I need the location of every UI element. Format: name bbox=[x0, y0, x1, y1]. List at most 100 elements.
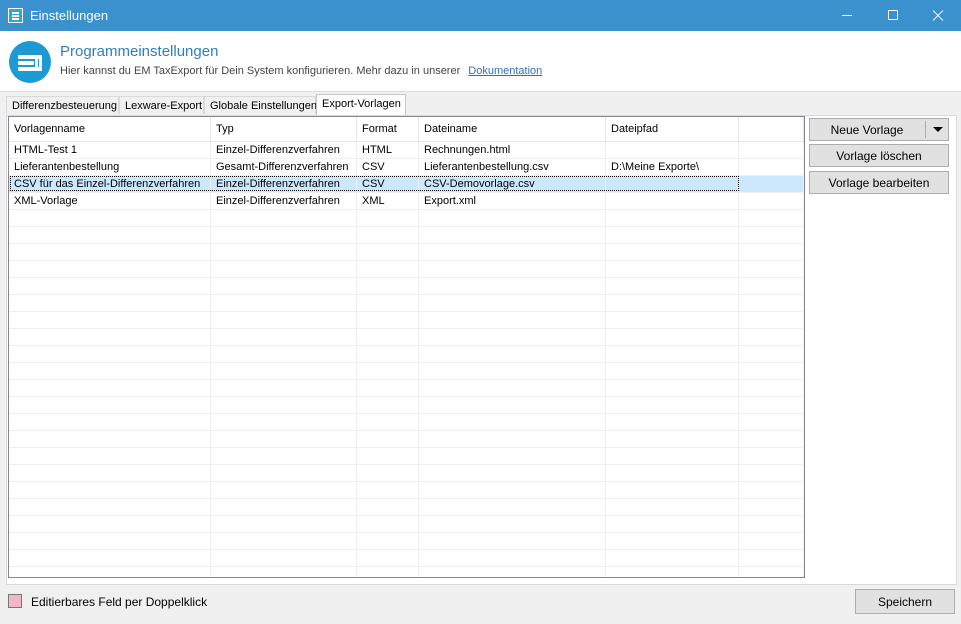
cell-name[interactable]: HTML-Test 1 bbox=[9, 142, 211, 158]
cell-format[interactable]: CSV bbox=[357, 159, 419, 175]
cell-format[interactable]: XML bbox=[357, 193, 419, 209]
cell-type bbox=[211, 567, 357, 577]
cell-filler bbox=[739, 567, 804, 577]
cell-filler bbox=[739, 261, 804, 277]
cell-type[interactable]: Einzel-Differenzverfahren bbox=[211, 142, 357, 158]
cell-type bbox=[211, 533, 357, 549]
cell-type[interactable]: Einzel-Differenzverfahren bbox=[211, 176, 357, 192]
column-header-typ[interactable]: Typ bbox=[211, 117, 357, 141]
cell-filler bbox=[739, 414, 804, 430]
cell-filepath bbox=[606, 499, 739, 515]
cell-filename bbox=[419, 516, 606, 532]
empty-row bbox=[9, 346, 804, 363]
tab-globale-einstellungen[interactable]: Globale Einstellungen bbox=[204, 96, 317, 114]
cell-name[interactable]: Lieferantenbestellung bbox=[9, 159, 211, 175]
cell-filler bbox=[739, 295, 804, 311]
cell-type bbox=[211, 261, 357, 277]
cell-filepath bbox=[606, 244, 739, 260]
empty-row bbox=[9, 295, 804, 312]
cell-filename[interactable]: CSV-Demovorlage.csv bbox=[419, 176, 606, 192]
table-row[interactable]: CSV für das Einzel-Differenzverfahren Ein… bbox=[9, 176, 804, 193]
empty-row bbox=[9, 312, 804, 329]
cell-name bbox=[9, 363, 211, 379]
column-header-dateipfad[interactable]: Dateipfad bbox=[606, 117, 739, 141]
cell-filename bbox=[419, 278, 606, 294]
close-button[interactable] bbox=[915, 0, 961, 31]
page-title: Programmeinstellungen bbox=[60, 43, 219, 60]
subtitle-text: Hier kannst du EM TaxExport für Dein Sys… bbox=[60, 65, 461, 77]
cell-filename bbox=[419, 380, 606, 396]
cell-format bbox=[357, 397, 419, 413]
tab-export-vorlagen[interactable]: Export-Vorlagen bbox=[316, 94, 406, 115]
cell-filepath[interactable] bbox=[606, 193, 739, 209]
cell-format bbox=[357, 380, 419, 396]
cell-format[interactable]: HTML bbox=[357, 142, 419, 158]
maximize-button[interactable] bbox=[870, 0, 916, 31]
new-template-button[interactable]: Neue Vorlage bbox=[809, 118, 949, 141]
cell-filepath bbox=[606, 465, 739, 481]
cell-filename[interactable]: Export.xml bbox=[419, 193, 606, 209]
tab-differenzbesteuerung[interactable]: Differenzbesteuerung bbox=[6, 96, 119, 114]
cell-type bbox=[211, 397, 357, 413]
cell-format bbox=[357, 465, 419, 481]
cell-name[interactable]: CSV für das Einzel-Differenzverfahren bbox=[9, 176, 211, 192]
cell-filename bbox=[419, 448, 606, 464]
cell-filepath[interactable] bbox=[606, 176, 739, 192]
cell-type bbox=[211, 516, 357, 532]
cell-filepath bbox=[606, 227, 739, 243]
cell-filler bbox=[739, 278, 804, 294]
cell-format bbox=[357, 499, 419, 515]
cell-filename bbox=[419, 244, 606, 260]
cell-type bbox=[211, 295, 357, 311]
cell-filler bbox=[739, 550, 804, 566]
cell-format bbox=[357, 346, 419, 362]
cell-name bbox=[9, 244, 211, 260]
empty-row bbox=[9, 227, 804, 244]
cell-type bbox=[211, 380, 357, 396]
cell-name bbox=[9, 380, 211, 396]
cell-filepath bbox=[606, 295, 739, 311]
cell-type[interactable]: Gesamt-Differenzverfahren bbox=[211, 159, 357, 175]
table-row[interactable]: XML-Vorlage Einzel-Differenzverfahren XML E… bbox=[9, 193, 804, 210]
cell-filepath bbox=[606, 533, 739, 549]
cell-format bbox=[357, 210, 419, 226]
cell-name bbox=[9, 431, 211, 447]
documentation-link[interactable]: Dokumentation bbox=[468, 65, 542, 77]
cell-name[interactable]: XML-Vorlage bbox=[9, 193, 211, 209]
cell-filepath[interactable]: D:\Meine Exporte\ bbox=[606, 159, 739, 175]
save-button[interactable]: Speichern bbox=[855, 589, 955, 614]
cell-format bbox=[357, 295, 419, 311]
cell-type[interactable]: Einzel-Differenzverfahren bbox=[211, 193, 357, 209]
cell-format[interactable]: CSV bbox=[357, 176, 419, 192]
minimize-icon bbox=[842, 15, 852, 16]
chevron-down-icon[interactable] bbox=[933, 127, 943, 132]
cell-filler bbox=[739, 482, 804, 498]
legend-text: Editierbares Feld per Doppelklick bbox=[31, 595, 208, 609]
table-row[interactable]: Lieferantenbestellung Gesamt-Differenzver… bbox=[9, 159, 804, 176]
minimize-button[interactable] bbox=[824, 0, 870, 31]
delete-template-button[interactable]: Vorlage löschen bbox=[809, 144, 949, 167]
cell-filename[interactable]: Lieferantenbestellung.csv bbox=[419, 159, 606, 175]
cell-format bbox=[357, 261, 419, 277]
maximize-icon bbox=[888, 10, 898, 20]
column-header-dateiname[interactable]: Dateiname bbox=[419, 117, 606, 141]
column-header-vorlagenname[interactable]: Vorlagenname bbox=[9, 117, 211, 141]
cell-filename[interactable]: Rechnungen.html bbox=[419, 142, 606, 158]
cell-filepath bbox=[606, 329, 739, 345]
cell-name bbox=[9, 414, 211, 430]
column-header-format[interactable]: Format bbox=[357, 117, 419, 141]
table-row[interactable]: HTML-Test 1 Einzel-Differenzverfahren HTML… bbox=[9, 142, 804, 159]
cell-filepath[interactable] bbox=[606, 142, 739, 158]
cell-filler bbox=[739, 397, 804, 413]
templates-grid[interactable]: Vorlagenname Typ Format Dateiname Dateip… bbox=[8, 116, 805, 578]
cell-filename bbox=[419, 431, 606, 447]
tab-lexware-export[interactable]: Lexware-Export bbox=[119, 96, 204, 114]
edit-template-button[interactable]: Vorlage bearbeiten bbox=[809, 171, 949, 194]
empty-row bbox=[9, 278, 804, 295]
cell-format bbox=[357, 278, 419, 294]
cell-filename bbox=[419, 312, 606, 328]
empty-row bbox=[9, 261, 804, 278]
cell-format bbox=[357, 448, 419, 464]
cell-filepath bbox=[606, 210, 739, 226]
cell-name bbox=[9, 397, 211, 413]
